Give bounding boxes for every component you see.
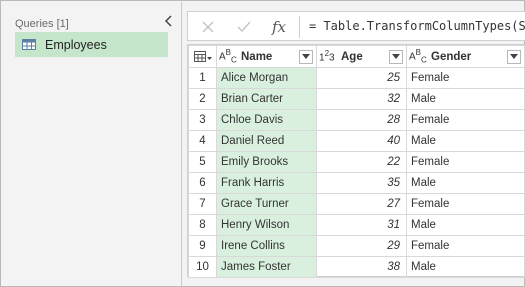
power-query-window: Queries [1] Employees fx = Table.Transfo… <box>0 0 525 287</box>
query-item-employees[interactable]: Employees <box>15 32 168 57</box>
cell-name[interactable]: Emily Brooks <box>216 151 317 173</box>
cell-age[interactable]: 28 <box>316 109 407 131</box>
cell-name[interactable]: Brian Carter <box>216 88 317 110</box>
filter-dropdown-button[interactable] <box>507 49 521 64</box>
text-type-icon[interactable]: ABC <box>409 48 431 64</box>
chevron-down-icon <box>302 54 310 59</box>
table-row: 3 Chloe Davis 28 Female <box>188 109 525 131</box>
cell-gender[interactable]: Male <box>406 214 525 236</box>
row-number[interactable]: 10 <box>188 256 217 278</box>
cell-age[interactable]: 27 <box>316 193 407 215</box>
cell-gender[interactable]: Male <box>406 88 525 110</box>
formula-bar-divider <box>299 16 300 38</box>
table-icon <box>22 39 36 50</box>
formula-bar: fx = Table.TransformColumnTypes(Sour <box>187 11 525 41</box>
row-number[interactable]: 2 <box>188 88 217 110</box>
column-header-label: Name <box>241 50 273 63</box>
cell-gender[interactable]: Female <box>406 109 525 131</box>
data-grid: ABC Name 123 Age ABC Gender 1 Alice Morg… <box>187 44 525 278</box>
header-row: ABC Name 123 Age ABC Gender <box>188 45 525 68</box>
cell-age[interactable]: 35 <box>316 172 407 194</box>
chevron-down-icon <box>392 54 400 59</box>
cell-name[interactable]: Henry Wilson <box>216 214 317 236</box>
cell-age[interactable]: 29 <box>316 235 407 257</box>
cell-age[interactable]: 25 <box>316 67 407 89</box>
cell-gender[interactable]: Female <box>406 67 525 89</box>
filter-dropdown-button[interactable] <box>299 49 313 64</box>
chevron-down-icon <box>510 54 518 59</box>
cell-name[interactable]: Irene Collins <box>216 235 317 257</box>
number-type-icon[interactable]: 123 <box>319 49 341 63</box>
cell-age[interactable]: 31 <box>316 214 407 236</box>
close-icon <box>202 21 214 33</box>
cell-age[interactable]: 38 <box>316 256 407 278</box>
table-row: 4 Daniel Reed 40 Male <box>188 130 525 152</box>
table-row: 9 Irene Collins 29 Female <box>188 235 525 257</box>
table-row: 1 Alice Morgan 25 Female <box>188 67 525 89</box>
table-row: 7 Grace Turner 27 Female <box>188 193 525 215</box>
row-number[interactable]: 7 <box>188 193 217 215</box>
fx-icon: fx <box>271 18 286 36</box>
column-header-gender[interactable]: ABC Gender <box>406 45 525 68</box>
column-header-label: Gender <box>431 50 472 63</box>
table-row: 10 James Foster 38 Male <box>188 256 525 278</box>
chevron-left-icon[interactable] <box>163 14 175 28</box>
column-header-age[interactable]: 123 Age <box>316 45 407 68</box>
confirm-formula-button[interactable] <box>232 16 256 38</box>
cell-age[interactable]: 22 <box>316 151 407 173</box>
check-icon <box>237 21 251 33</box>
row-number[interactable]: 3 <box>188 109 217 131</box>
query-item-label: Employees <box>45 37 107 52</box>
queries-pane: Queries [1] Employees <box>2 2 182 286</box>
table-row: 6 Frank Harris 35 Male <box>188 172 525 194</box>
table-row: 8 Henry Wilson 31 Male <box>188 214 525 236</box>
cell-name[interactable]: Daniel Reed <box>216 130 317 152</box>
row-number[interactable]: 9 <box>188 235 217 257</box>
cell-name[interactable]: Chloe Davis <box>216 109 317 131</box>
insert-function-button[interactable]: fx <box>267 16 291 38</box>
table-row: 2 Brian Carter 32 Male <box>188 88 525 110</box>
cell-gender[interactable]: Male <box>406 130 525 152</box>
filter-dropdown-button[interactable] <box>389 49 403 64</box>
cancel-formula-button[interactable] <box>196 16 220 38</box>
table-menu-button[interactable] <box>188 45 217 68</box>
row-number[interactable]: 4 <box>188 130 217 152</box>
column-header-name[interactable]: ABC Name <box>216 45 317 68</box>
table-row: 5 Emily Brooks 22 Female <box>188 151 525 173</box>
cell-gender[interactable]: Male <box>406 256 525 278</box>
row-number[interactable]: 5 <box>188 151 217 173</box>
queries-pane-title: Queries [1] <box>15 18 69 30</box>
row-number[interactable]: 1 <box>188 67 217 89</box>
cell-gender[interactable]: Female <box>406 151 525 173</box>
formula-input[interactable]: = Table.TransformColumnTypes(Sour <box>309 19 525 33</box>
cell-gender[interactable]: Male <box>406 172 525 194</box>
cell-gender[interactable]: Female <box>406 193 525 215</box>
cell-name[interactable]: Alice Morgan <box>216 67 317 89</box>
text-type-icon[interactable]: ABC <box>219 48 241 64</box>
cell-name[interactable]: Frank Harris <box>216 172 317 194</box>
cell-name[interactable]: James Foster <box>216 256 317 278</box>
table-menu-icon <box>193 51 212 62</box>
data-table: ABC Name 123 Age ABC Gender 1 Alice Morg… <box>188 45 525 278</box>
cell-age[interactable]: 40 <box>316 130 407 152</box>
cell-gender[interactable]: Female <box>406 235 525 257</box>
row-number[interactable]: 8 <box>188 214 217 236</box>
cell-age[interactable]: 32 <box>316 88 407 110</box>
row-number[interactable]: 6 <box>188 172 217 194</box>
column-header-label: Age <box>341 50 363 63</box>
cell-name[interactable]: Grace Turner <box>216 193 317 215</box>
